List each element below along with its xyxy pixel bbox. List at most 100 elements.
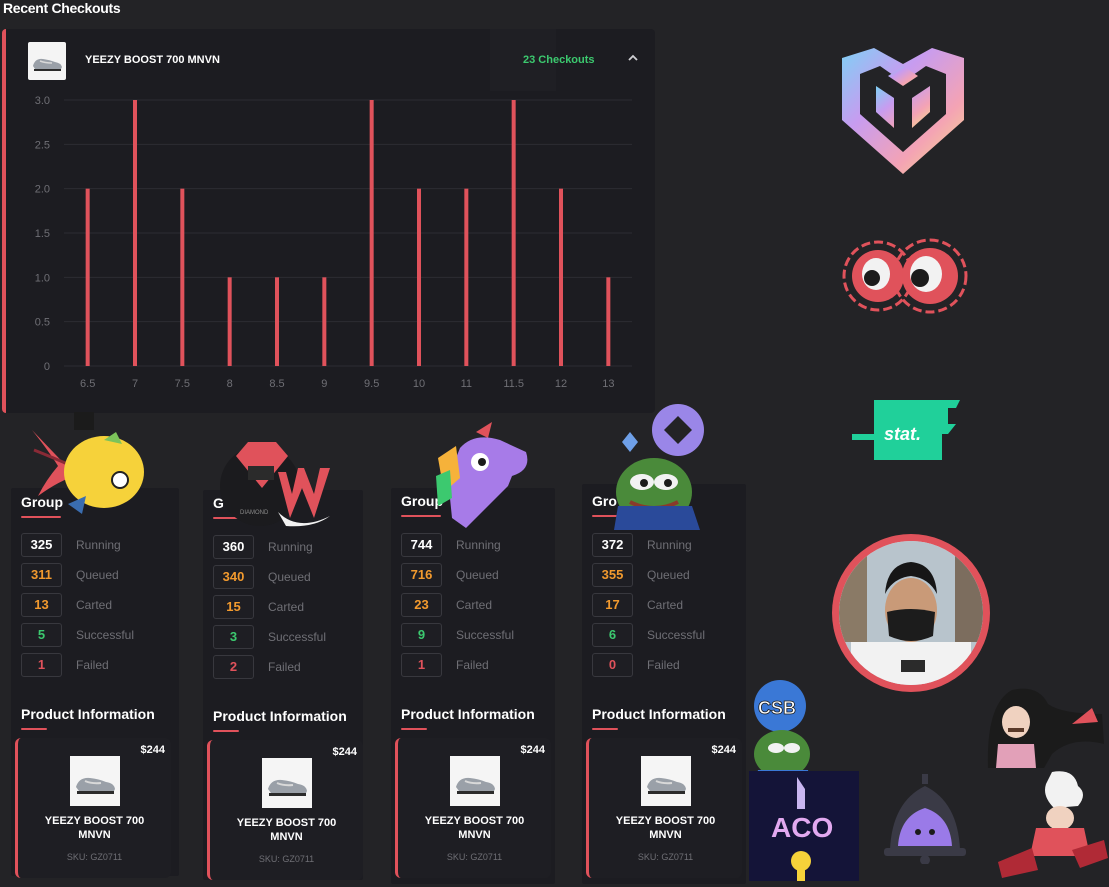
bar-9 [322, 277, 327, 366]
chevron-up-icon[interactable] [626, 51, 640, 65]
checkout-card: YEEZY BOOST 700 MNVN 23 Checkouts 3.0 2.5… [2, 29, 655, 413]
product-info-underline [401, 728, 427, 730]
stat-label: Failed [647, 658, 680, 672]
bar-6.5 [85, 188, 90, 366]
y-tick-label: 0 [44, 361, 50, 373]
product-sku: SKU: GZ0711 [446, 852, 503, 862]
stat-label: Carted [456, 598, 493, 612]
chef-character-logo [988, 770, 1109, 885]
stat-row-successful: 5 Successful [21, 623, 171, 647]
stat-label: Queued [268, 570, 311, 584]
bar-11 [464, 188, 469, 366]
x-tick-label: 7.5 [175, 378, 190, 390]
section-title: Recent Checkouts [3, 0, 121, 16]
stat-label: Carted [647, 598, 684, 612]
product-name: YEEZY BOOST 700 MNVN [424, 815, 525, 841]
bar-12 [559, 188, 563, 366]
y-tick-label: 0.5 [35, 317, 50, 329]
checkout-chart: 3.0 2.5 2.0 1.5 1.0 0.5 0 6.5 7 7.5 8 8.5 9 9.5 10 11 11… [6, 91, 655, 411]
product-info-underline [21, 728, 47, 730]
stat-value: 1 [21, 653, 62, 677]
group-card: Group 744 Running 716 Queued 23 Carted 9… [391, 488, 555, 884]
stat-value: 311 [21, 563, 62, 587]
x-tick-label: 12 [555, 378, 567, 390]
avatar [831, 532, 991, 699]
stat-row-queued: 311 Queued [21, 563, 171, 587]
stat-label: Running [76, 538, 121, 552]
y-tick-label: 2.0 [35, 184, 50, 196]
product-name: YEEZY BOOST 700 MNVN [236, 817, 337, 843]
bar-8.5 [275, 277, 279, 366]
product-info-title: Product Information [213, 708, 347, 724]
x-tick-label: 7 [132, 378, 138, 390]
stat-value: 0 [592, 653, 633, 677]
pepe-diamond-logo [610, 402, 710, 537]
product-image [69, 756, 120, 806]
stat-value: 2 [213, 655, 254, 679]
stat-label: Running [456, 538, 501, 552]
stat-value: 6 [592, 623, 633, 647]
bar-7 [133, 100, 137, 366]
checkout-header[interactable]: YEEZY BOOST 700 MNVN 23 Checkouts [6, 29, 655, 91]
stat-label: Carted [76, 598, 113, 612]
bar-11.5 [511, 100, 516, 366]
checkout-count: 23 Checkouts [523, 54, 595, 66]
x-tick-label: 10 [413, 378, 425, 390]
stat-value: 3 [213, 625, 254, 649]
stat-row-failed: 1 Failed [401, 653, 551, 677]
product-card[interactable]: $244 YEEZY BOOST 700 MNVN SKU: GZ0711 [586, 738, 742, 878]
stat-value: 5 [21, 623, 62, 647]
bar-13 [606, 277, 611, 366]
stat-row-failed: 1 Failed [21, 653, 171, 677]
x-tick-label: 8 [227, 378, 233, 390]
shield-logo [838, 46, 968, 183]
product-info-underline [592, 728, 618, 730]
diamond-w-logo: DIAMOND [218, 428, 348, 537]
stat-label: Queued [647, 568, 690, 582]
stat-row-running: 360 Running [213, 535, 363, 559]
product-price: $244 [332, 746, 357, 758]
stat-value: 355 [592, 563, 633, 587]
stat-row-queued: 355 Queued [592, 563, 742, 587]
group-card: Group 325 Running 311 Queued 13 Carted 5… [11, 488, 179, 878]
stat-value: 744 [401, 533, 442, 557]
y-tick-label: 3.0 [35, 95, 50, 107]
bar-9.5 [369, 100, 374, 366]
stat-value: 23 [401, 593, 442, 617]
stat-value: 360 [213, 535, 254, 559]
y-tick-label: 2.5 [35, 139, 50, 151]
tiger-fish-logo [24, 410, 148, 527]
product-name: YEEZY BOOST 700 MNVN [85, 54, 220, 66]
stat-label: Successful [268, 630, 327, 644]
y-tick-label: 1.0 [35, 272, 50, 284]
stat-row-successful: 6 Successful [592, 623, 742, 647]
product-card[interactable]: $244 YEEZY BOOST 700 MNVN SKU: GZ0711 [207, 740, 363, 880]
stat-row-carted: 23 Carted [401, 593, 551, 617]
stat-row-failed: 2 Failed [213, 655, 363, 679]
product-image [449, 756, 500, 806]
shoe-thumbnail [28, 42, 66, 80]
stat-value: 340 [213, 565, 254, 589]
stat-label: Failed [268, 660, 301, 674]
aco-logo: ACO [749, 771, 859, 886]
product-info-title: Product Information [21, 706, 155, 722]
product-name: YEEZY BOOST 700 MNVN [44, 815, 145, 841]
product-price: $244 [140, 744, 165, 756]
stat-row-failed: 0 Failed [592, 653, 742, 677]
stat-value: 9 [401, 623, 442, 647]
product-card[interactable]: $244 YEEZY BOOST 700 MNVN SKU: GZ0711 [395, 738, 551, 878]
stat-row-queued: 340 Queued [213, 565, 363, 589]
stat-label: Successful [76, 628, 135, 642]
x-tick-label: 6.5 [80, 378, 95, 390]
stat-value: 716 [401, 563, 442, 587]
stat-logo: stat. [852, 394, 962, 467]
product-card[interactable]: $244 YEEZY BOOST 700 MNVN SKU: GZ0711 [15, 738, 171, 878]
stat-label: Queued [76, 568, 119, 582]
stat-row-carted: 15 Carted [213, 595, 363, 619]
stat-row-carted: 17 Carted [592, 593, 742, 617]
product-sku: SKU: GZ0711 [66, 852, 123, 862]
stat-label: Running [647, 538, 692, 552]
stat-value: 17 [592, 593, 633, 617]
product-sku: SKU: GZ0711 [258, 854, 315, 864]
bar-10 [417, 188, 421, 366]
